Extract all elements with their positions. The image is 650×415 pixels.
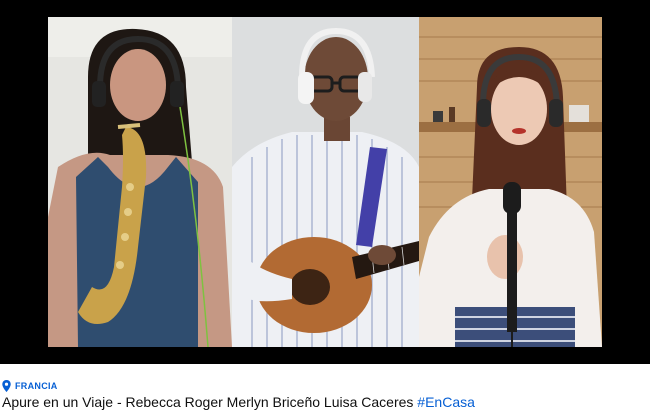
- location-pin-icon: [2, 380, 11, 392]
- location-link[interactable]: FRANCIA: [2, 380, 58, 392]
- video-panel-saxophonist: [48, 17, 232, 347]
- video-title-text: Apure en un Viaje - Rebecca Roger Merlyn…: [2, 394, 414, 410]
- location-label: FRANCIA: [15, 381, 58, 391]
- video-player[interactable]: [0, 0, 650, 364]
- video-title: Apure en un Viaje - Rebecca Roger Merlyn…: [2, 394, 475, 410]
- hashtag-link[interactable]: #EnCasa: [417, 394, 475, 410]
- video-panel-singer: [419, 17, 602, 347]
- video-info: FRANCIA Apure en un Viaje - Rebecca Roge…: [0, 364, 650, 415]
- video-panel-guitarist: [232, 17, 419, 347]
